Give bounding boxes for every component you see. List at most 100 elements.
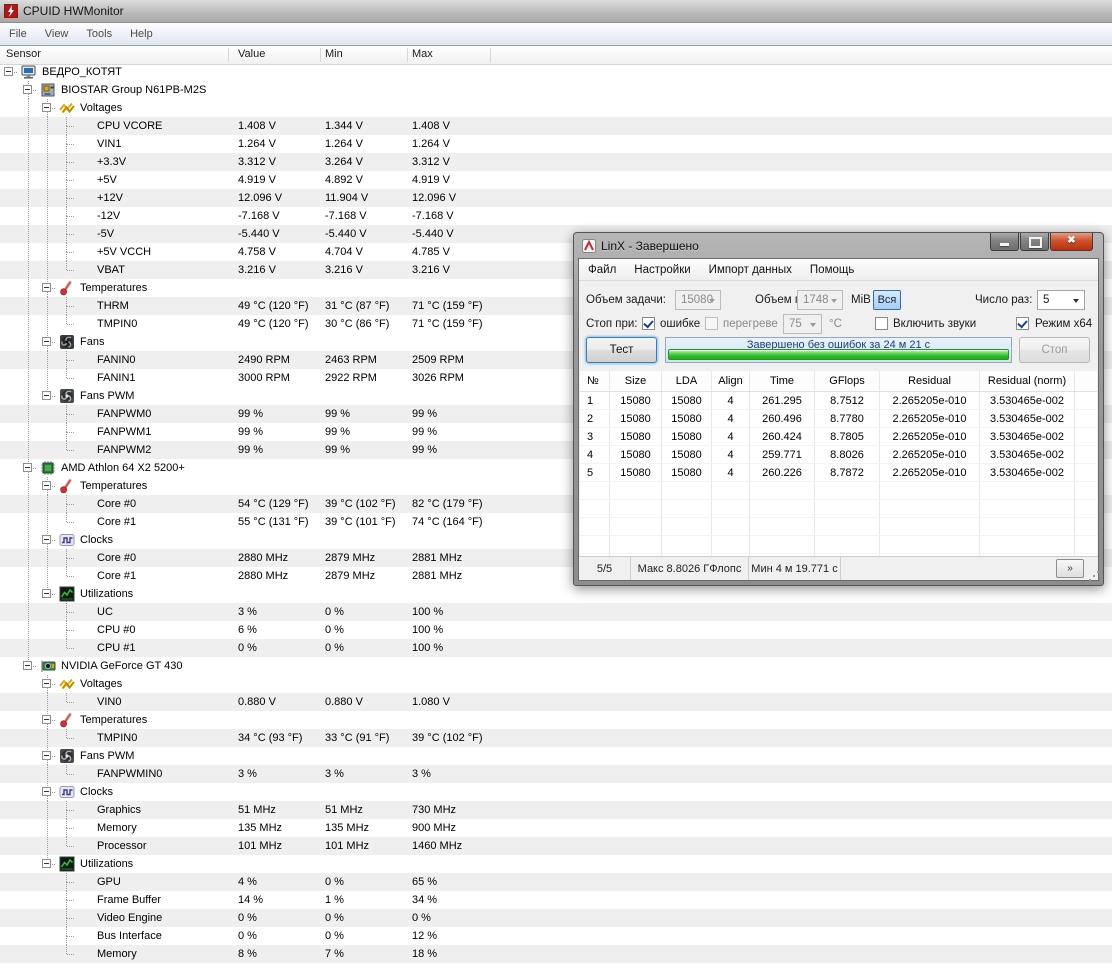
hwmonitor-titlebar[interactable]: CPUID HWMonitor <box>0 0 1112 23</box>
table-header-cell[interactable]: Size <box>610 371 662 391</box>
sensor-row[interactable]: +5V4.919 V4.892 V4.919 V <box>0 171 1112 189</box>
close-button[interactable] <box>1050 233 1093 251</box>
table-header-cell[interactable]: № <box>580 371 610 391</box>
tree-node[interactable]: ВЕДРО_КОТЯТ <box>0 63 1112 81</box>
sounds-checkbox[interactable] <box>875 317 888 330</box>
resize-grip-icon[interactable] <box>1093 575 1095 577</box>
column-header-value[interactable]: Value <box>238 48 265 60</box>
sensor-row[interactable]: Processor101 MHz101 MHz1460 MHz <box>0 837 1112 855</box>
table-header-cell[interactable]: GFlops <box>815 371 880 391</box>
sensor-row[interactable]: UC3 %0 %100 % <box>0 603 1112 621</box>
collapse-toggle-icon[interactable] <box>38 531 57 549</box>
node-label: BIOSTAR Group N61PB-M2S <box>61 84 206 96</box>
collapse-toggle-icon[interactable] <box>38 333 57 351</box>
column-header-min[interactable]: Min <box>325 48 343 60</box>
stop-on-error-checkbox[interactable] <box>642 317 655 330</box>
sensor-row[interactable]: +3.3V3.312 V3.264 V3.312 V <box>0 153 1112 171</box>
sensor-row[interactable]: -12V-7.168 V-7.168 V-7.168 V <box>0 207 1112 225</box>
sensor-row[interactable]: +12V12.096 V11.904 V12.096 V <box>0 189 1112 207</box>
collapse-toggle-icon[interactable] <box>38 585 57 603</box>
sensor-row[interactable]: CPU VCORE1.408 V1.344 V1.408 V <box>0 117 1112 135</box>
sensor-row[interactable]: VIN00.880 V0.880 V1.080 V <box>0 693 1112 711</box>
tree-node[interactable]: Fans PWM <box>0 747 1112 765</box>
menu-view[interactable]: View <box>36 25 78 43</box>
result-row[interactable]: 115080150804261.2958.75122.265205e-0103.… <box>580 392 1097 410</box>
collapse-toggle-icon[interactable] <box>38 783 57 801</box>
tree-node[interactable]: Voltages <box>0 675 1112 693</box>
x64-mode-checkbox[interactable] <box>1016 317 1029 330</box>
x64-mode-label: Режим x64 <box>1035 314 1092 334</box>
table-header-cell[interactable]: Residual (norm) <box>980 371 1075 391</box>
collapse-toggle-icon[interactable] <box>38 279 57 297</box>
sensor-row[interactable]: VIN11.264 V1.264 V1.264 V <box>0 135 1112 153</box>
menu-file[interactable]: File <box>0 25 36 43</box>
collapse-toggle-icon[interactable] <box>38 711 57 729</box>
result-row[interactable]: 515080150804260.2268.78722.265205e-0103.… <box>580 464 1097 482</box>
tree-node[interactable]: Utilizations <box>0 585 1112 603</box>
tree-guide <box>19 513 38 531</box>
table-header-cell[interactable]: Align <box>712 371 750 391</box>
sensor-min: 1.264 V <box>325 135 363 153</box>
menu-import[interactable]: Импорт данных <box>700 261 801 279</box>
collapse-toggle-icon[interactable] <box>38 387 57 405</box>
collapse-toggle-icon[interactable] <box>38 747 57 765</box>
sensor-max: 12.096 V <box>412 189 456 207</box>
sensor-label: Video Engine <box>97 912 162 924</box>
sensor-row[interactable]: Frame Buffer14 %1 %34 % <box>0 891 1112 909</box>
result-row[interactable]: 215080150804260.4968.77802.265205e-0103.… <box>580 410 1097 428</box>
menu-tools[interactable]: Tools <box>77 25 121 43</box>
collapse-toggle-icon[interactable] <box>38 99 57 117</box>
tree-node[interactable]: Temperatures <box>0 711 1112 729</box>
menu-help[interactable]: Help <box>121 25 162 43</box>
test-button[interactable]: Тест <box>586 337 657 363</box>
table-header-cell[interactable]: LDA <box>662 371 712 391</box>
hwmonitor-icon <box>4 4 18 18</box>
minimize-button[interactable] <box>990 233 1019 251</box>
tree-node[interactable]: NVIDIA GeForce GT 430 <box>0 657 1112 675</box>
result-row[interactable]: 415080150804259.7718.80262.265205e-0103.… <box>580 446 1097 464</box>
collapse-toggle-icon[interactable] <box>19 459 38 477</box>
sensor-max: 100 % <box>412 603 443 621</box>
sensor-row[interactable]: Video Engine0 %0 %0 % <box>0 909 1112 927</box>
all-memory-button[interactable]: Вся <box>873 290 901 310</box>
column-divider[interactable] <box>228 48 229 62</box>
column-divider[interactable] <box>320 48 321 62</box>
column-header-sensor[interactable]: Sensor <box>6 48 41 60</box>
column-divider[interactable] <box>407 48 408 62</box>
run-count-combo[interactable]: 5 <box>1037 290 1085 310</box>
menu-file[interactable]: Файл <box>579 261 625 279</box>
collapse-toggle-icon[interactable] <box>38 855 57 873</box>
tree-node[interactable]: Voltages <box>0 99 1112 117</box>
table-header-cell[interactable]: Time <box>750 371 815 391</box>
sensor-row[interactable]: Graphics51 MHz51 MHz730 MHz <box>0 801 1112 819</box>
tree-node[interactable]: Utilizations <box>0 855 1112 873</box>
sensor-row[interactable]: GPU4 %0 %65 % <box>0 873 1112 891</box>
sensor-row[interactable]: Memory8 %7 %18 % <box>0 945 1112 963</box>
tree-node[interactable]: BIOSTAR Group N61PB-M2S <box>0 81 1112 99</box>
sensor-row[interactable]: CPU #10 %0 %100 % <box>0 639 1112 657</box>
sensor-row[interactable]: Memory135 MHz135 MHz900 MHz <box>0 819 1112 837</box>
result-row[interactable]: 315080150804260.4248.78052.265205e-0103.… <box>580 428 1097 446</box>
tree-guide <box>38 225 57 243</box>
sensor-row[interactable]: Bus Interface0 %0 %12 % <box>0 927 1112 945</box>
sensor-value: 3 % <box>238 765 257 783</box>
sensor-row[interactable]: TMPIN034 °C (93 °F)33 °C (91 °F)39 °C (1… <box>0 729 1112 747</box>
collapse-toggle-icon[interactable] <box>19 81 38 99</box>
collapse-toggle-icon[interactable] <box>19 657 38 675</box>
table-cell: 4 <box>712 392 750 409</box>
collapse-toggle-icon[interactable] <box>0 63 19 81</box>
sensor-min: 31 °C (87 °F) <box>325 297 389 315</box>
collapse-toggle-icon[interactable] <box>38 675 57 693</box>
collapse-toggle-icon[interactable] <box>38 477 57 495</box>
maximize-button[interactable] <box>1020 233 1049 251</box>
column-header-max[interactable]: Max <box>412 48 433 60</box>
column-divider[interactable] <box>490 48 491 62</box>
menu-settings[interactable]: Настройки <box>625 261 699 279</box>
menu-help[interactable]: Помощь <box>801 261 863 279</box>
tree-node[interactable]: Clocks <box>0 783 1112 801</box>
sensor-row[interactable]: FANPWMIN03 %3 %3 % <box>0 765 1112 783</box>
sensor-row[interactable]: CPU #06 %0 %100 % <box>0 621 1112 639</box>
tree-connector <box>57 315 76 333</box>
expand-stats-button[interactable]: » <box>1056 559 1084 578</box>
table-header-cell[interactable]: Residual <box>880 371 980 391</box>
